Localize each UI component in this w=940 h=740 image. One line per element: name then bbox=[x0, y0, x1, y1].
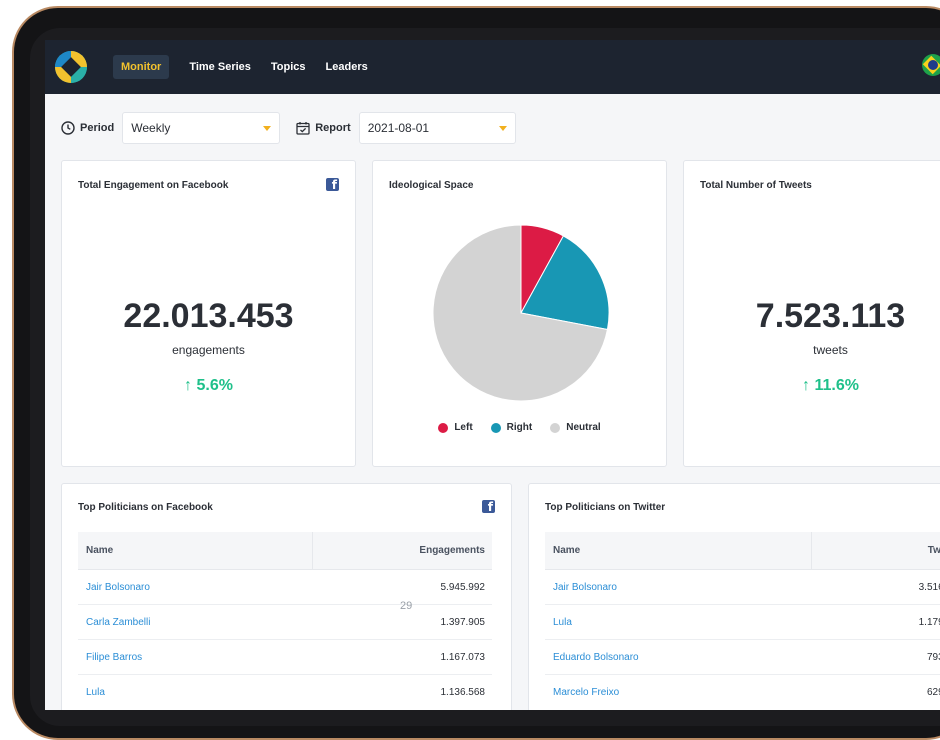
filter-bar: Period Weekly Report 2021-08-01 bbox=[61, 112, 516, 144]
card-title: Ideological Space bbox=[389, 180, 474, 191]
engagement-value: 1.397.905 bbox=[440, 616, 486, 628]
report-label-text: Report bbox=[315, 122, 351, 134]
table-row: Filipe Barros 1.167.073 bbox=[78, 640, 492, 675]
legend-dot bbox=[550, 422, 561, 433]
table-row: Lula 1.136.568 bbox=[78, 675, 492, 710]
nav-leaders[interactable]: Leaders bbox=[326, 61, 368, 73]
nav-time-series[interactable]: Time Series bbox=[189, 61, 251, 73]
twitter-table: Name Twee Jair Bolsonaro 3.516.7 Lula 1.… bbox=[545, 531, 940, 710]
report-select[interactable]: 2021-08-01 bbox=[358, 112, 516, 144]
brazil-flag-icon[interactable] bbox=[922, 54, 940, 76]
politician-link[interactable]: Jair Bolsonaro bbox=[78, 582, 312, 593]
facebook-engagement-card: Total Engagement on Facebook f 22.013.45… bbox=[61, 160, 356, 467]
legend-label: Right bbox=[506, 422, 533, 433]
period-label-text: Period bbox=[80, 122, 115, 134]
engagement-value: 5.945.992 bbox=[440, 581, 486, 593]
caret-down-icon bbox=[498, 125, 507, 131]
legend-label: Neutral bbox=[566, 422, 601, 433]
report-select-value: 2021-08-01 bbox=[367, 121, 430, 135]
table-row: Jair Bolsonaro 5.945.992 bbox=[78, 570, 492, 605]
card-title: Top Politicians on Twitter bbox=[545, 502, 666, 513]
ideological-space-card: Ideological Space Left Right Neutral bbox=[372, 160, 667, 467]
tweets-value: 1.179.3 bbox=[918, 616, 940, 628]
tweets-value: 629.9 bbox=[926, 687, 940, 698]
table-row: Marcelo Freixo 629.9 bbox=[545, 675, 940, 710]
table-row: Jair Bolsonaro 3.516.7 bbox=[545, 570, 940, 605]
tweets-total: 7.523.113 bbox=[755, 297, 906, 335]
tweets-change: ↑ 11.6% bbox=[802, 377, 859, 394]
app-screen: Monitor Time Series Topics Leaders Perio… bbox=[45, 40, 940, 710]
column-header-tweets[interactable]: Twee bbox=[811, 531, 940, 570]
facebook-table: Name Engagements Jair Bolsonaro 5.945.99… bbox=[78, 531, 492, 710]
report-label: Report bbox=[296, 121, 351, 135]
tweets-unit: tweets bbox=[813, 343, 848, 357]
facebook-icon[interactable]: f bbox=[326, 178, 339, 191]
column-header-name[interactable]: Name bbox=[78, 545, 312, 556]
column-header-name[interactable]: Name bbox=[545, 545, 811, 556]
legend-neutral: Neutral bbox=[550, 422, 601, 433]
page-number: 29 bbox=[400, 600, 413, 612]
table-header-row: Name Twee bbox=[545, 531, 940, 570]
app-logo-icon[interactable] bbox=[55, 51, 87, 83]
politician-link[interactable]: Eduardo Bolsonaro bbox=[545, 652, 811, 663]
column-header-engagements[interactable]: Engagements bbox=[312, 531, 492, 570]
engagement-value: 1.167.073 bbox=[440, 651, 486, 663]
politician-link[interactable]: Marcelo Freixo bbox=[545, 687, 811, 698]
nav-monitor[interactable]: Monitor bbox=[113, 55, 170, 79]
politician-link[interactable]: Jair Bolsonaro bbox=[545, 582, 811, 593]
facebook-icon[interactable]: f bbox=[482, 500, 495, 513]
legend-dot bbox=[438, 422, 449, 433]
top-nav: Monitor Time Series Topics Leaders bbox=[45, 40, 940, 94]
period-select[interactable]: Weekly bbox=[122, 112, 281, 144]
table-row: Lula 1.179.3 bbox=[545, 605, 940, 640]
card-title: Top Politicians on Facebook bbox=[78, 502, 213, 513]
tweets-total-card: Total Number of Tweets 7.523.113 tweets … bbox=[683, 160, 940, 467]
engagement-unit: engagements bbox=[172, 343, 245, 357]
engagement-total: 22.013.453 bbox=[123, 297, 294, 335]
calendar-icon bbox=[296, 122, 310, 135]
period-label: Period bbox=[61, 121, 114, 135]
table-row: Eduardo Bolsonaro 793.6 bbox=[545, 640, 940, 675]
ideology-pie-chart bbox=[432, 224, 610, 402]
politician-link[interactable]: Lula bbox=[545, 617, 811, 628]
top-politicians-twitter-card: Top Politicians on Twitter Name Twee Jai… bbox=[528, 483, 940, 710]
politician-link[interactable]: Carla Zambelli bbox=[78, 617, 312, 628]
caret-down-icon bbox=[263, 125, 272, 131]
engagement-change: ↑ 5.6% bbox=[184, 377, 233, 394]
period-select-value: Weekly bbox=[131, 121, 171, 135]
clock-icon bbox=[61, 121, 75, 135]
top-politicians-facebook-card: Top Politicians on Facebook f Name Engag… bbox=[61, 483, 512, 710]
engagement-value: 1.136.568 bbox=[440, 687, 486, 698]
table-row: Carla Zambelli 1.397.905 bbox=[78, 605, 492, 640]
card-title: Total Number of Tweets bbox=[700, 180, 812, 191]
politician-link[interactable]: Filipe Barros bbox=[78, 652, 312, 663]
table-header-row: Name Engagements bbox=[78, 531, 492, 570]
legend-label: Left bbox=[454, 422, 473, 433]
politician-link[interactable]: Lula bbox=[78, 687, 312, 698]
legend-right: Right bbox=[490, 422, 533, 433]
pie-legend: Left Right Neutral bbox=[373, 422, 666, 433]
nav-topics[interactable]: Topics bbox=[271, 61, 306, 73]
legend-dot bbox=[490, 422, 501, 433]
tweets-value: 3.516.7 bbox=[918, 581, 940, 593]
tweets-value: 793.6 bbox=[926, 651, 940, 663]
legend-left: Left bbox=[438, 422, 473, 433]
card-title: Total Engagement on Facebook bbox=[78, 180, 229, 191]
